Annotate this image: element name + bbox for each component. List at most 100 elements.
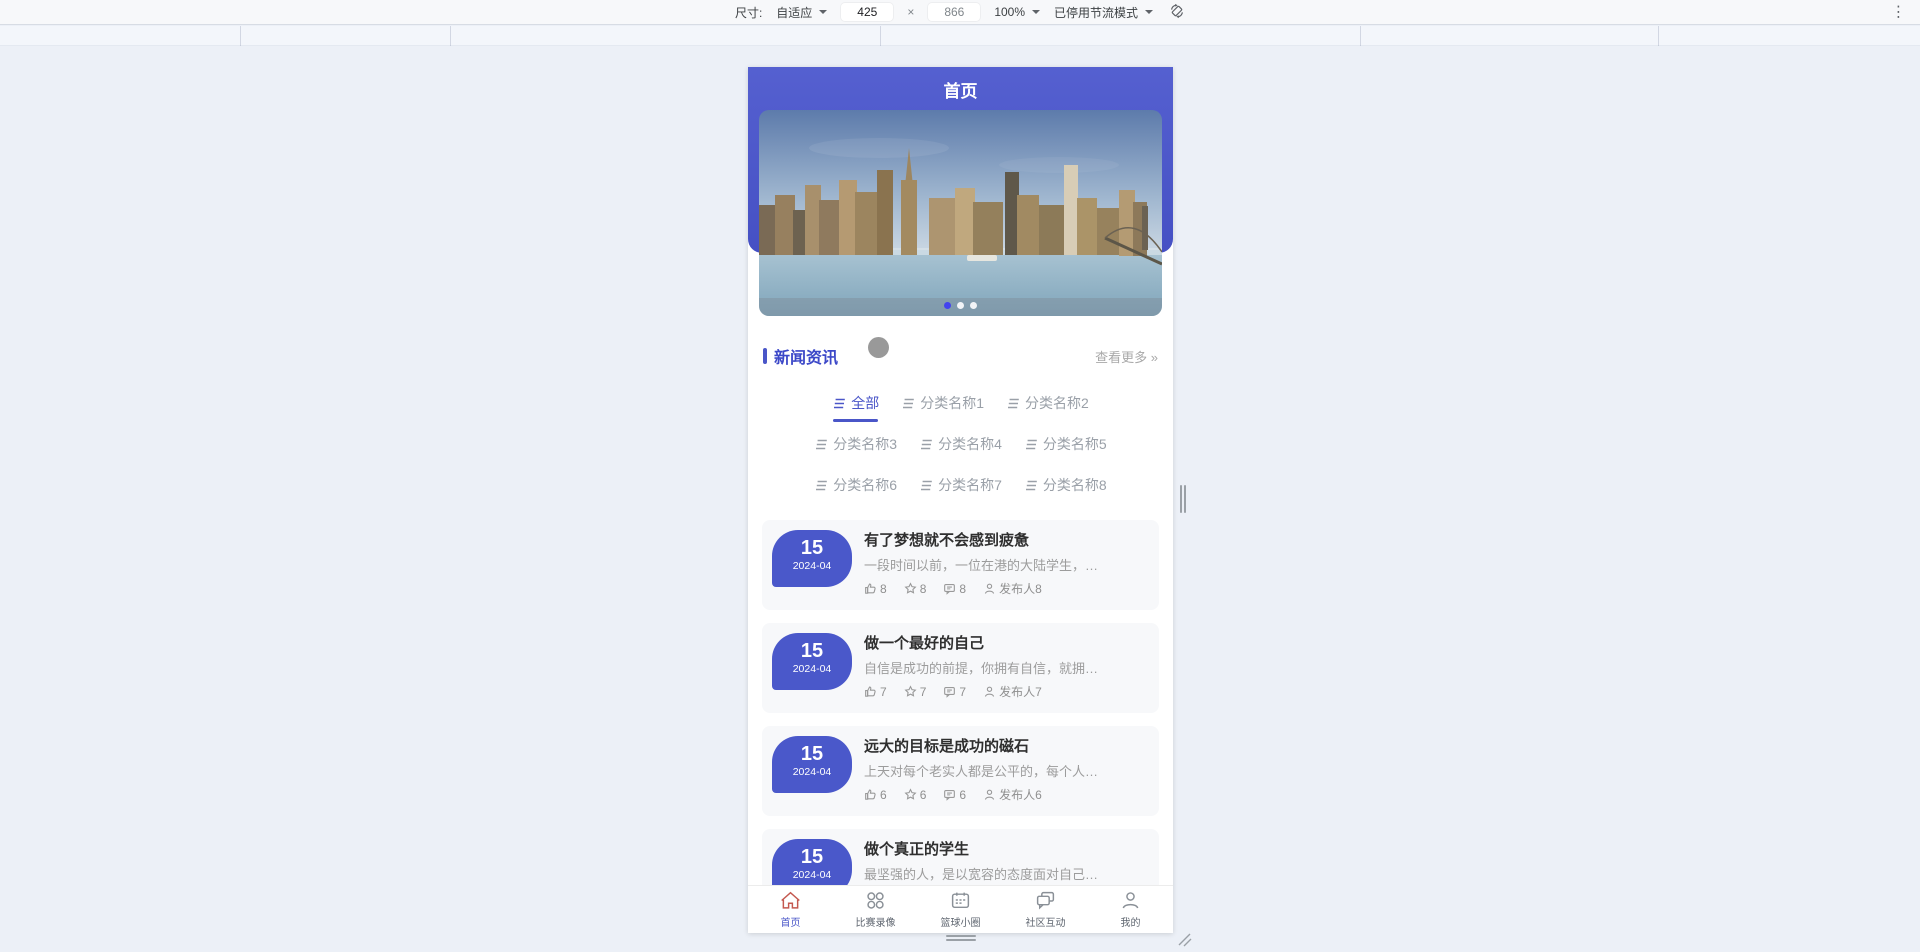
date-month: 2024-04 bbox=[792, 766, 832, 778]
date-day: 15 bbox=[800, 846, 824, 868]
tab-match-videos[interactable]: 比赛录像 bbox=[833, 886, 918, 933]
person-icon bbox=[1120, 890, 1141, 911]
news-category-tab[interactable]: 分类名称3 bbox=[814, 434, 897, 454]
star-icon bbox=[904, 582, 917, 594]
chevron-down-icon bbox=[819, 10, 828, 14]
viewport-resize-handle-right[interactable] bbox=[1180, 485, 1186, 513]
date-day: 15 bbox=[800, 743, 824, 765]
chevron-down-icon bbox=[1032, 10, 1041, 14]
list-lines-icon bbox=[919, 439, 933, 450]
star-icon bbox=[904, 685, 917, 697]
date-month: 2024-04 bbox=[792, 560, 832, 572]
date-month: 2024-04 bbox=[792, 869, 832, 881]
list-lines-icon bbox=[1006, 398, 1020, 409]
news-title: 做个真正的学生 bbox=[864, 841, 970, 858]
comments-stat: 8 bbox=[943, 582, 966, 596]
list-lines-icon bbox=[901, 398, 915, 409]
carousel-dots bbox=[759, 302, 1162, 309]
throttling-dropdown[interactable]: 已停用节流模式 bbox=[1054, 4, 1154, 21]
viewport-resize-handle-corner[interactable] bbox=[1176, 931, 1192, 952]
chevron-down-icon bbox=[1145, 10, 1154, 14]
news-list-item[interactable]: 15 2024-04 远大的目标是成功的磁石 上天对每个老实人都是公平的，每个人… bbox=[762, 726, 1159, 816]
list-lines-icon bbox=[919, 480, 933, 491]
news-list-item[interactable]: 15 2024-04 有了梦想就不会感到疲惫 一段时间以前，一位在港的大陆学生，… bbox=[762, 520, 1159, 610]
list-lines-icon bbox=[1024, 480, 1038, 491]
carousel-dot[interactable] bbox=[970, 302, 977, 309]
news-category-label: 分类名称4 bbox=[938, 436, 1002, 452]
news-category-label: 分类名称7 bbox=[938, 477, 1002, 493]
thumbs-up-icon bbox=[865, 686, 876, 697]
date-month: 2024-04 bbox=[792, 663, 832, 675]
comments-stat: 7 bbox=[943, 685, 966, 699]
news-category-tab[interactable]: 分类名称6 bbox=[814, 475, 897, 495]
carousel-dot[interactable] bbox=[957, 302, 964, 309]
likes-stat: 6 bbox=[864, 788, 887, 802]
news-category-tab[interactable]: 分类名称8 bbox=[1024, 475, 1107, 495]
section-title: 新闻资讯 bbox=[774, 350, 839, 367]
more-options-menu[interactable]: ⋮ bbox=[1891, 5, 1906, 20]
news-category-label: 分类名称6 bbox=[833, 477, 898, 493]
touch-cursor-indicator bbox=[868, 337, 889, 358]
date-day: 15 bbox=[800, 537, 824, 559]
viewport-resize-handle-bottom[interactable] bbox=[946, 935, 976, 941]
likes-stat: 7 bbox=[864, 685, 887, 699]
device-canvas: 首页 新闻资讯 查看更多 » 全部 分类名称1 分类名称2 分类名称3 分类名称… bbox=[0, 26, 1920, 952]
viewport-width-input[interactable] bbox=[841, 3, 894, 21]
news-excerpt: 上天对每个老实人都是公平的，每个人… bbox=[864, 764, 1099, 779]
list-lines-icon bbox=[814, 480, 828, 491]
date-day: 15 bbox=[800, 640, 824, 662]
news-title: 远大的目标是成功的磁石 bbox=[864, 738, 1030, 755]
stars-stat: 7 bbox=[904, 685, 926, 699]
four-circles-icon bbox=[865, 890, 886, 911]
thumbs-up-icon bbox=[865, 583, 876, 594]
carousel-image-city-skyline bbox=[759, 110, 1162, 316]
publisher-stat: 发布人8 bbox=[983, 580, 1042, 597]
dimensions-mode-dropdown[interactable]: 自适应 bbox=[776, 4, 828, 21]
media-query-ruler bbox=[0, 26, 1920, 46]
carousel[interactable] bbox=[759, 110, 1162, 316]
news-list-item[interactable]: 15 2024-04 做一个最好的自己 自信是成功的前提，你拥有自信，就拥… 7… bbox=[762, 623, 1159, 713]
tab-profile[interactable]: 我的 bbox=[1088, 886, 1173, 933]
device-viewport: 首页 新闻资讯 查看更多 » 全部 分类名称1 分类名称2 分类名称3 分类名称… bbox=[748, 67, 1173, 933]
news-section: 新闻资讯 查看更多 » 全部 分类名称1 分类名称2 分类名称3 分类名称4 分… bbox=[748, 343, 1173, 919]
section-accent-bar bbox=[763, 348, 767, 364]
stars-stat: 8 bbox=[904, 582, 926, 596]
news-category-tab[interactable]: 全部 bbox=[832, 393, 880, 422]
comment-icon bbox=[944, 687, 956, 698]
news-category-tab[interactable]: 分类名称4 bbox=[919, 434, 1002, 454]
news-category-tab[interactable]: 分类名称2 bbox=[1006, 393, 1089, 413]
rotate-device-icon[interactable] bbox=[1169, 3, 1185, 22]
news-section-header: 新闻资讯 查看更多 » bbox=[748, 343, 1173, 369]
news-category-tab[interactable]: 分类名称5 bbox=[1024, 434, 1107, 454]
date-badge: 15 2024-04 bbox=[772, 530, 852, 587]
news-category-label: 分类名称2 bbox=[1025, 395, 1089, 411]
news-category-tab[interactable]: 分类名称7 bbox=[919, 475, 1002, 495]
tab-basketball-circle[interactable]: 篮球小圈 bbox=[918, 886, 1003, 933]
person-icon bbox=[984, 686, 995, 697]
news-title: 做一个最好的自己 bbox=[864, 635, 985, 652]
home-icon bbox=[780, 890, 801, 911]
news-excerpt: 最坚强的人，是以宽容的态度面对自己… bbox=[864, 867, 1099, 882]
comment-icon bbox=[944, 584, 956, 595]
tab-home[interactable]: 首页 bbox=[748, 886, 833, 933]
news-list: 15 2024-04 有了梦想就不会感到疲惫 一段时间以前，一位在港的大陆学生，… bbox=[762, 520, 1159, 919]
news-category-label: 分类名称1 bbox=[920, 395, 984, 411]
throttling-value: 已停用节流模式 bbox=[1054, 5, 1139, 20]
news-category-label: 分类名称3 bbox=[833, 436, 898, 452]
person-icon bbox=[984, 583, 995, 594]
news-category-label: 全部 bbox=[851, 395, 880, 411]
dimensions-label: 尺寸: bbox=[734, 5, 763, 20]
publisher-stat: 发布人6 bbox=[983, 786, 1042, 803]
tab-community[interactable]: 社区互动 bbox=[1003, 886, 1088, 933]
news-stats: 7 7 7 发布人7 bbox=[864, 683, 1149, 700]
dimensions-mode-value: 自适应 bbox=[776, 5, 813, 20]
carousel-dot[interactable] bbox=[944, 302, 951, 309]
viewport-height-input[interactable] bbox=[928, 3, 981, 21]
view-more-link[interactable]: 查看更多 » bbox=[1095, 347, 1158, 366]
list-lines-icon bbox=[832, 398, 846, 409]
news-stats: 6 6 6 发布人6 bbox=[864, 786, 1149, 803]
zoom-dropdown[interactable]: 100% bbox=[994, 5, 1041, 19]
news-category-tab[interactable]: 分类名称1 bbox=[901, 393, 984, 413]
news-stats: 8 8 8 发布人8 bbox=[864, 580, 1149, 597]
stars-stat: 6 bbox=[904, 788, 926, 802]
